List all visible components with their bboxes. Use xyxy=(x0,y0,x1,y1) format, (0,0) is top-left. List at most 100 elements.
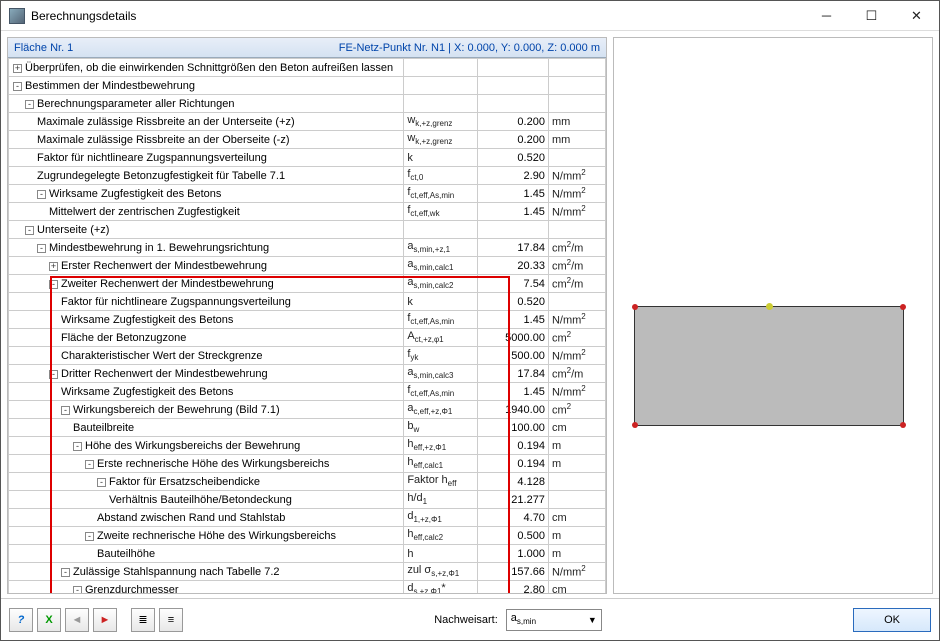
table-row[interactable]: Zugrundegelegte Betonzugfestigkeit für T… xyxy=(9,167,606,185)
row-label: Abstand zwischen Rand und Stahlstab xyxy=(97,512,285,524)
nachweisart-combo[interactable]: as,min ▼ xyxy=(506,609,602,631)
table-row[interactable]: -Höhe des Wirkungsbereichs der Bewehrung… xyxy=(9,437,606,455)
row-symbol: Act,+z,φ1 xyxy=(404,329,477,347)
row-value: 157.66 xyxy=(477,563,548,581)
row-symbol: heff,+z,Φ1 xyxy=(404,437,477,455)
table-row[interactable]: -Wirkungsbereich der Bewehrung (Bild 7.1… xyxy=(9,401,606,419)
table-row[interactable]: -Zulässige Stahlspannung nach Tabelle 7.… xyxy=(9,563,606,581)
table-row[interactable]: Bauteilbreitebw100.00cm xyxy=(9,419,606,437)
table-row[interactable]: Maximale zulässige Rissbreite an der Obe… xyxy=(9,131,606,149)
table-row[interactable]: -Unterseite (+z) xyxy=(9,221,606,239)
table-row[interactable]: Maximale zulässige Rissbreite an der Unt… xyxy=(9,113,606,131)
row-value: 4.128 xyxy=(477,473,548,491)
node-handle[interactable] xyxy=(900,304,906,310)
row-symbol: fyk xyxy=(404,347,477,365)
table-row[interactable]: -Wirksame Zugfestigkeit des Betonsfct,ef… xyxy=(9,185,606,203)
expand-toggle[interactable]: - xyxy=(37,244,46,253)
row-symbol: Faktor heff xyxy=(404,473,477,491)
expand-toggle[interactable]: + xyxy=(13,64,22,73)
expand-toggle[interactable]: - xyxy=(25,226,34,235)
table-row[interactable]: +Überprüfen, ob die einwirkenden Schnitt… xyxy=(9,59,606,77)
maximize-button[interactable]: ☐ xyxy=(849,1,894,30)
expand-toggle[interactable]: - xyxy=(13,82,22,91)
surface-shape[interactable] xyxy=(634,306,904,426)
view-mode-1-button[interactable]: ≣ xyxy=(131,608,155,632)
row-symbol: k xyxy=(404,293,477,311)
prev-button[interactable]: ◄ xyxy=(65,608,89,632)
row-value: 1.45 xyxy=(477,185,548,203)
table-row[interactable]: Abstand zwischen Rand und Stahlstabd1,+z… xyxy=(9,509,606,527)
node-handle[interactable] xyxy=(900,422,906,428)
table-row[interactable]: -Berechnungsparameter aller Richtungen xyxy=(9,95,606,113)
expand-toggle[interactable]: - xyxy=(85,460,94,469)
row-value xyxy=(477,59,548,77)
expand-toggle[interactable]: - xyxy=(85,532,94,541)
row-unit: cm2 xyxy=(548,401,605,419)
table-row[interactable]: Faktor für nichtlineare Zugspannungsvert… xyxy=(9,293,606,311)
row-value: 5000.00 xyxy=(477,329,548,347)
table-row[interactable]: Fläche der BetonzugzoneAct,+z,φ15000.00c… xyxy=(9,329,606,347)
table-row[interactable]: -Bestimmen der Mindestbewehrung xyxy=(9,77,606,95)
row-value xyxy=(477,221,548,239)
table-row[interactable]: -Zweite rechnerische Höhe des Wirkungsbe… xyxy=(9,527,606,545)
node-handle[interactable] xyxy=(632,422,638,428)
row-symbol: h/d1 xyxy=(404,491,477,509)
table-row[interactable]: Wirksame Zugfestigkeit des Betonsfct,eff… xyxy=(9,383,606,401)
row-unit xyxy=(548,473,605,491)
row-value: 1.45 xyxy=(477,383,548,401)
table-row[interactable]: Wirksame Zugfestigkeit des Betonsfct,eff… xyxy=(9,311,606,329)
help-button[interactable]: ? xyxy=(9,608,33,632)
table-row[interactable]: -Zweiter Rechenwert der Mindestbewehrung… xyxy=(9,275,606,293)
row-value: 2.90 xyxy=(477,167,548,185)
excel-export-button[interactable]: X xyxy=(37,608,61,632)
expand-toggle[interactable]: - xyxy=(49,370,58,379)
expand-toggle[interactable]: - xyxy=(37,190,46,199)
row-unit: N/mm2 xyxy=(548,383,605,401)
row-symbol xyxy=(404,77,477,95)
row-label: Erste rechnerische Höhe des Wirkungsbere… xyxy=(97,458,329,470)
chevron-down-icon: ▼ xyxy=(588,615,597,625)
expand-toggle[interactable]: + xyxy=(49,262,58,271)
expand-toggle[interactable]: - xyxy=(97,478,106,487)
expand-toggle[interactable]: - xyxy=(73,442,82,451)
header-left: Fläche Nr. 1 xyxy=(14,42,73,54)
next-button[interactable]: ► xyxy=(93,608,117,632)
expand-toggle[interactable]: - xyxy=(25,100,34,109)
row-unit: N/mm2 xyxy=(548,347,605,365)
table-row[interactable]: -Mindestbewehrung in 1. Bewehrungsrichtu… xyxy=(9,239,606,257)
row-label: Mindestbewehrung in 1. Bewehrungsrichtun… xyxy=(49,242,269,254)
table-row[interactable]: -Faktor für ErsatzscheibendickeFaktor he… xyxy=(9,473,606,491)
expand-toggle[interactable]: - xyxy=(61,406,70,415)
table-row[interactable]: -Erste rechnerische Höhe des Wirkungsber… xyxy=(9,455,606,473)
table-row[interactable]: Bauteilhöheh1.000m xyxy=(9,545,606,563)
tree-table[interactable]: +Überprüfen, ob die einwirkenden Schnitt… xyxy=(8,58,606,593)
table-row[interactable]: Mittelwert der zentrischen Zugfestigkeit… xyxy=(9,203,606,221)
node-handle-mid[interactable] xyxy=(766,303,773,310)
row-unit: cm xyxy=(548,509,605,527)
row-value: 1.45 xyxy=(477,311,548,329)
graphics-viewport[interactable] xyxy=(614,38,932,593)
row-unit xyxy=(548,95,605,113)
ok-button[interactable]: OK xyxy=(853,608,931,632)
row-value: 2.80 xyxy=(477,581,548,594)
expand-toggle[interactable]: - xyxy=(49,280,58,289)
view-mode-2-button[interactable]: ≡ xyxy=(159,608,183,632)
row-unit: N/mm2 xyxy=(548,185,605,203)
row-value: 0.194 xyxy=(477,437,548,455)
close-button[interactable]: ✕ xyxy=(894,1,939,30)
table-row[interactable]: -Grenzdurchmesserds,+z,Φ1*2.80cm xyxy=(9,581,606,594)
combo-value: as,min xyxy=(511,612,536,626)
row-unit: N/mm2 xyxy=(548,563,605,581)
table-row[interactable]: -Dritter Rechenwert der Mindestbewehrung… xyxy=(9,365,606,383)
expand-toggle[interactable]: - xyxy=(73,586,82,594)
expand-toggle[interactable]: - xyxy=(61,568,70,577)
node-handle[interactable] xyxy=(632,304,638,310)
table-row[interactable]: Verhältnis Bauteilhöhe/Betondeckungh/d12… xyxy=(9,491,606,509)
table-row[interactable]: Charakteristischer Wert der Streckgrenze… xyxy=(9,347,606,365)
row-value: 100.00 xyxy=(477,419,548,437)
table-row[interactable]: +Erster Rechenwert der Mindestbewehrunga… xyxy=(9,257,606,275)
row-label: Faktor für nichtlineare Zugspannungsvert… xyxy=(61,296,291,308)
minimize-button[interactable]: ─ xyxy=(804,1,849,30)
table-row[interactable]: Faktor für nichtlineare Zugspannungsvert… xyxy=(9,149,606,167)
row-value xyxy=(477,95,548,113)
